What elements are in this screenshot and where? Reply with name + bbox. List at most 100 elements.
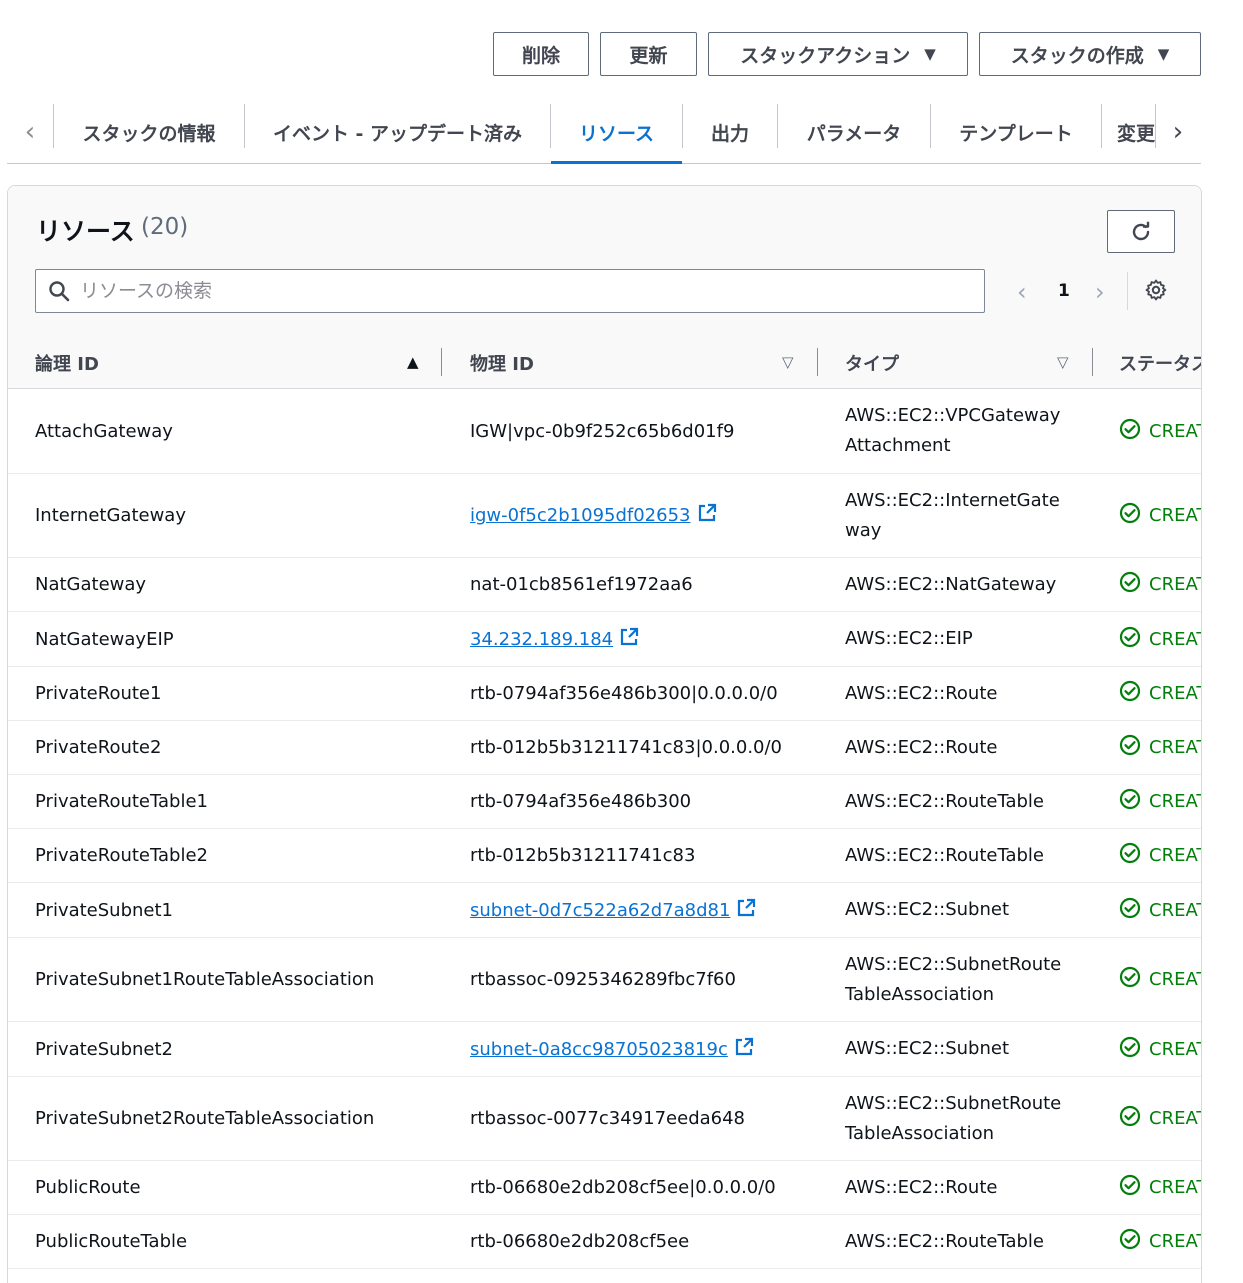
table-row: PrivateSubnet1 subnet-0d7c522a62d7a8d81 AW… <box>8 883 1201 938</box>
status-cell: CREATE_COMPLETE <box>1119 883 1201 937</box>
logical-id-cell: NatGatewayEIP <box>35 628 174 650</box>
physical-id-cell: IGW|vpc-0b9f252c65b6d01f9 <box>470 420 735 442</box>
type-cell: AWS::EC2::Subnet <box>845 899 1010 920</box>
delete-button[interactable]: 削除 <box>493 32 589 76</box>
status-badge: CREATE_COMPLETE <box>1119 842 1201 869</box>
tab-parameters[interactable]: パラメータ <box>778 102 930 163</box>
sort-icon[interactable]: ▽ <box>1057 353 1069 371</box>
tab-resources[interactable]: リソース <box>551 102 682 163</box>
tab-label: 変更 <box>1117 123 1155 145</box>
tab-events[interactable]: イベント - アップデート済み <box>245 102 550 163</box>
caret-down-icon: ▼ <box>924 45 936 63</box>
tab-divider <box>1155 104 1156 148</box>
tab-label: テンプレート <box>959 123 1073 145</box>
type-cell: AWS::EC2::InternetGateway <box>845 489 1060 541</box>
physical-id-cell: rtb-012b5b31211741c83|0.0.0.0/0 <box>470 737 783 758</box>
type-cell: AWS::EC2::EIP <box>845 628 973 649</box>
tab-changes[interactable]: 変更 <box>1117 102 1155 163</box>
column-resizer[interactable] <box>817 348 818 376</box>
logical-id-cell: InternetGateway <box>35 505 186 526</box>
sort-ascending-icon[interactable]: ▲ <box>407 353 419 371</box>
success-check-icon <box>1119 897 1141 924</box>
physical-id-cell: rtb-0794af356e486b300 <box>470 791 692 812</box>
status-badge: CREATE_COMPLETE <box>1119 680 1201 707</box>
tab-label: イベント - アップデート済み <box>272 123 523 145</box>
status-text: CREATE_COMPLETE <box>1149 1177 1201 1198</box>
success-check-icon <box>1119 1036 1141 1063</box>
status-badge: CREATE_COMPLETE <box>1119 418 1201 445</box>
status-cell: CREATE_COMPLETE <box>1119 721 1201 774</box>
page-number[interactable]: 1 <box>1058 281 1070 301</box>
physical-id-link[interactable]: igw-0f5c2b1095df02653 <box>470 503 717 528</box>
logical-id-cell: PublicRoute <box>35 1177 141 1198</box>
status-text: CREATE_COMPLETE <box>1149 969 1201 990</box>
physical-id-text: subnet-0a8cc98705023819c <box>470 1038 728 1060</box>
column-status[interactable]: ステータス <box>1119 336 1201 389</box>
sort-icon[interactable]: ▽ <box>782 353 794 371</box>
tab-label: リソース <box>578 123 655 145</box>
create-stack-label: スタックの作成 <box>1010 44 1144 67</box>
table-row: NatGateway nat-01cb8561ef1972aa6 AWS::EC2:… <box>8 558 1201 612</box>
table-row: PrivateRoute1 rtb-0794af356e486b300|0.0.0… <box>8 667 1201 721</box>
success-check-icon <box>1119 418 1141 445</box>
logical-id-cell: PrivateSubnet2 <box>35 1038 174 1060</box>
physical-id-cell: subnet-0a8cc98705023819c <box>470 1022 754 1076</box>
column-type[interactable]: タイプ <box>845 336 1045 389</box>
physical-id-cell: rtb-06680e2db208cf5ee|0.0.0.0/0 <box>470 1177 776 1198</box>
status-cell: CREATE_COMPLETE <box>1119 612 1201 666</box>
external-link-icon <box>736 898 756 923</box>
success-check-icon <box>1119 626 1141 653</box>
tabs-scroll-left-icon[interactable]: ‹ <box>10 112 50 152</box>
status-badge: CREATE_COMPLETE <box>1119 788 1201 815</box>
status-text: CREATE_COMPLETE <box>1149 574 1201 595</box>
success-check-icon <box>1119 1228 1141 1255</box>
column-logical-id[interactable]: 論理 ID <box>35 336 395 389</box>
status-cell: CREATE_COMPLETE <box>1119 389 1201 473</box>
status-cell: CREATE_COMPLETE <box>1119 938 1201 1021</box>
next-page-icon[interactable]: › <box>1095 278 1105 306</box>
logical-id-cell: PrivateSubnet2RouteTableAssociation <box>35 1108 375 1129</box>
status-badge: CREATE_COMPLETE <box>1119 1036 1201 1063</box>
status-text: CREATE_COMPLETE <box>1149 420 1201 442</box>
search-field[interactable] <box>35 269 985 313</box>
status-cell: CREATE_COMPLETE <box>1119 474 1201 557</box>
status-badge: CREATE_COMPLETE <box>1119 1105 1201 1132</box>
physical-id-link[interactable]: subnet-0a8cc98705023819c <box>470 1037 754 1062</box>
gear-icon <box>1145 279 1167 301</box>
panel-header: リソース (20) ‹ 1 › <box>8 186 1201 336</box>
tab-divider <box>1101 104 1102 148</box>
status-badge: CREATE_COMPLETE <box>1119 897 1201 924</box>
status-badge: CREATE_COMPLETE <box>1119 626 1201 653</box>
physical-id-cell: rtb-0794af356e486b300|0.0.0.0/0 <box>470 683 778 704</box>
tab-outputs[interactable]: 出力 <box>683 102 777 163</box>
create-stack-button[interactable]: スタックの作成 ▼ <box>979 32 1201 76</box>
success-check-icon <box>1119 680 1141 707</box>
physical-id-link[interactable]: subnet-0d7c522a62d7a8d81 <box>470 898 756 923</box>
column-resizer[interactable] <box>441 348 442 376</box>
table-row: PrivateRouteTable2 rtb-012b5b31211741c83 A… <box>8 829 1201 883</box>
type-cell: AWS::EC2::SubnetRouteTableAssociation <box>845 953 1062 1005</box>
status-text: CREATE_COMPLETE <box>1149 1108 1201 1129</box>
status-text: CREATE_COMPLETE <box>1149 845 1201 866</box>
stack-actions-button[interactable]: スタックアクション ▼ <box>708 32 968 76</box>
column-resizer[interactable] <box>1092 348 1093 376</box>
type-cell: AWS::EC2::Route <box>845 1176 998 1198</box>
refresh-button[interactable] <box>1107 210 1175 253</box>
previous-page-icon[interactable]: ‹ <box>1017 278 1027 306</box>
physical-id-link[interactable]: 34.232.189.184 <box>470 627 639 652</box>
preferences-button[interactable] <box>1144 278 1168 306</box>
status-badge: CREATE_COMPLETE <box>1119 1228 1201 1255</box>
search-icon <box>49 281 70 302</box>
type-cell: AWS::EC2::RouteTable <box>845 1230 1045 1252</box>
search-input[interactable] <box>80 280 940 302</box>
tabs-scroll-right-icon[interactable]: › <box>1158 112 1198 152</box>
tab-stack-info[interactable]: スタックの情報 <box>54 102 244 163</box>
column-physical-id[interactable]: 物理 ID <box>470 336 770 389</box>
logical-id-cell: PrivateRouteTable2 <box>35 845 209 866</box>
update-button[interactable]: 更新 <box>600 32 697 76</box>
tab-template[interactable]: テンプレート <box>931 102 1101 163</box>
logical-id-cell: PrivateSubnet1RouteTableAssociation <box>35 969 375 990</box>
physical-id-cell: igw-0f5c2b1095df02653 <box>470 474 717 557</box>
table-row: PrivateSubnet2 subnet-0a8cc98705023819c AW… <box>8 1022 1201 1077</box>
external-link-icon <box>697 503 717 528</box>
